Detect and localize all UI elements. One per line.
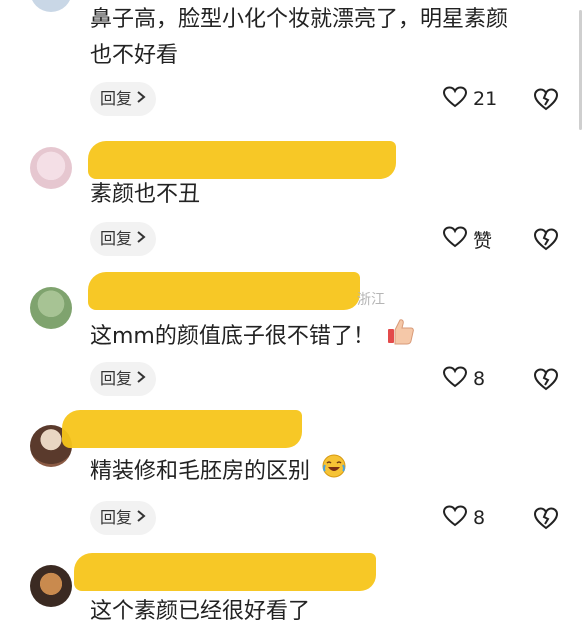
avatar[interactable]: [30, 565, 72, 607]
like-button[interactable]: 21: [442, 82, 498, 116]
comment-text-content: 精装修和毛胚房的区别: [90, 459, 311, 484]
laughing-crying-icon: [321, 453, 347, 491]
broken-heart-icon: [533, 368, 559, 396]
chevron-right-icon: [136, 362, 146, 396]
reply-label: 回复: [100, 508, 133, 527]
avatar[interactable]: [30, 287, 72, 329]
reply-label: 回复: [100, 369, 133, 388]
scrollbar[interactable]: [579, 10, 582, 130]
avatar[interactable]: [30, 0, 72, 12]
dislike-button[interactable]: [533, 226, 559, 252]
avatar[interactable]: [30, 147, 72, 189]
reply-label: 回复: [100, 229, 133, 248]
dislike-button[interactable]: [533, 366, 559, 392]
reply-button[interactable]: 回复: [90, 501, 157, 535]
chevron-right-icon: [136, 501, 146, 535]
comment-text: 鼻子高，脸型小化个妆就漂亮了，明星素颜: [90, 7, 509, 32]
dislike-button[interactable]: [533, 505, 559, 531]
heart-icon: [442, 365, 468, 393]
username-redacted[interactable]: [88, 141, 396, 179]
comment-text: 精装修和毛胚房的区别: [90, 453, 347, 491]
reply-button[interactable]: 回复: [90, 222, 157, 256]
like-button[interactable]: 8: [442, 501, 486, 535]
comment-text: 这mm的颜值底子很不错了！: [90, 316, 416, 358]
comment-text-content: 这mm的颜值底子很不错了！: [90, 324, 375, 349]
username-redacted[interactable]: [62, 410, 302, 448]
heart-icon: [442, 504, 468, 532]
like-count: 21: [473, 88, 498, 110]
thumbs-up-icon: [386, 316, 416, 358]
heart-icon: [442, 85, 468, 113]
like-count: 赞: [473, 229, 493, 252]
broken-heart-icon: [533, 88, 559, 116]
reply-button[interactable]: 回复: [90, 362, 157, 396]
heart-icon: [442, 225, 468, 253]
comment-text: 这个素颜已经很好看了: [90, 599, 311, 624]
like-button[interactable]: 8: [442, 362, 486, 396]
reply-button[interactable]: 回复: [90, 82, 157, 116]
chevron-right-icon: [136, 222, 146, 256]
like-count: 8: [473, 507, 486, 529]
dislike-button[interactable]: [533, 86, 559, 112]
like-count: 8: [473, 368, 486, 390]
broken-heart-icon: [533, 228, 559, 256]
username-redacted[interactable]: [74, 553, 376, 591]
username-redacted[interactable]: [88, 272, 360, 310]
comment-text: 素颜也不丑: [90, 182, 201, 207]
chevron-right-icon: [136, 82, 146, 116]
reply-label: 回复: [100, 89, 133, 108]
broken-heart-icon: [533, 507, 559, 535]
comment-text: 也不好看: [90, 43, 179, 68]
location-label: 浙江: [357, 292, 385, 308]
like-button[interactable]: 赞: [442, 222, 493, 256]
